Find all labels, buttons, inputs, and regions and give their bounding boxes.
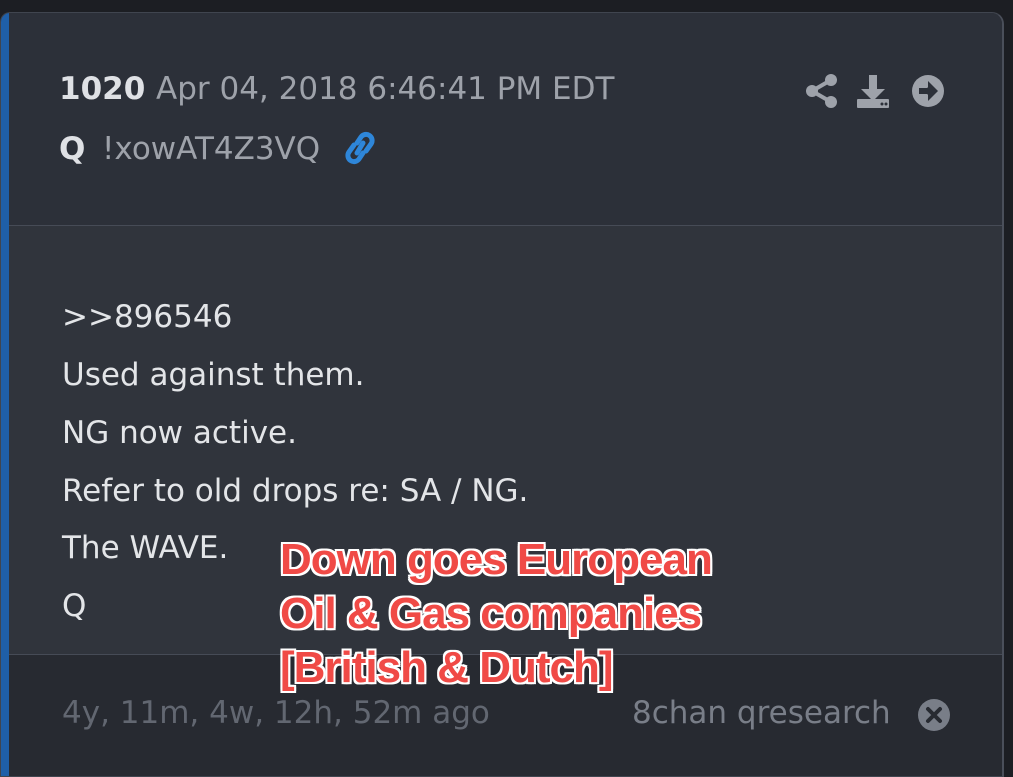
post-line-reply[interactable]: >>896546 — [62, 299, 232, 335]
post-source[interactable]: 8chan qresearch — [632, 695, 891, 731]
post-line: Used against them. — [62, 357, 365, 393]
post-author: Q — [59, 131, 86, 167]
download-icon[interactable] — [855, 71, 891, 111]
close-circle-icon[interactable] — [917, 698, 951, 732]
post-line: NG now active. — [62, 415, 297, 451]
share-icon[interactable] — [804, 71, 838, 111]
card-accent-bar — [1, 13, 9, 776]
link-icon[interactable] — [341, 131, 379, 165]
caption-line: Down goes European — [280, 535, 713, 584]
post-line: The WAVE. — [62, 530, 229, 566]
post-timestamp: Apr 04, 2018 6:46:41 PM EDT — [156, 71, 615, 107]
post-age: 4y, 11m, 4w, 12h, 52m ago — [62, 695, 490, 731]
post-tripcode: !xowAT4Z3VQ — [102, 131, 321, 167]
post-number[interactable]: 1020 — [59, 71, 145, 107]
caption-overlay: Down goes European Oil & Gas companies [… — [280, 533, 713, 695]
post-line: Refer to old drops re: SA / NG. — [62, 473, 529, 509]
caption-line: Oil & Gas companies — [280, 589, 702, 638]
arrow-circle-right-icon[interactable] — [911, 71, 945, 111]
post-line: Q — [62, 588, 87, 624]
caption-line: [British & Dutch] — [280, 643, 614, 692]
post-header: 1020 Apr 04, 2018 6:46:41 PM EDT Q !xowA… — [9, 13, 1002, 226]
